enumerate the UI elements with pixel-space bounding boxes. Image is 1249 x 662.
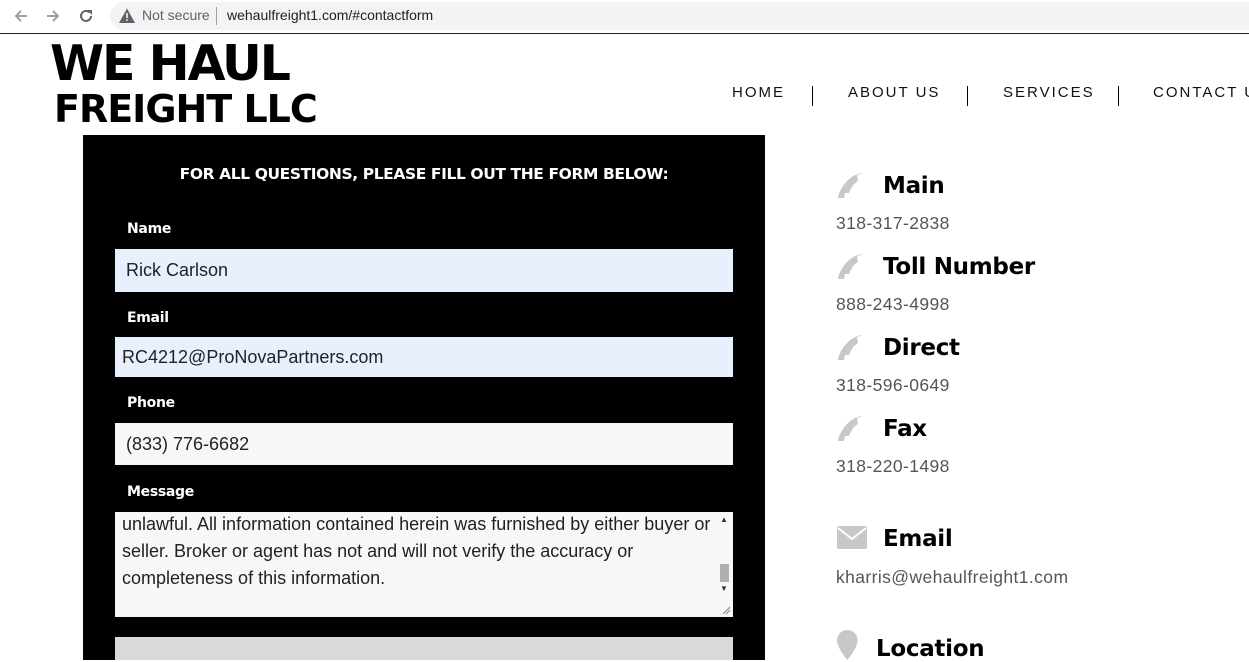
direct-phone[interactable]: 318-596-0649: [836, 375, 950, 396]
location-title: Location: [876, 636, 985, 662]
nav-contact-us[interactable]: CONTACT U: [1153, 84, 1249, 101]
logo-line-1: WE HAUL: [50, 35, 291, 92]
resize-handle-icon[interactable]: [721, 605, 731, 615]
toll-phone[interactable]: 888-243-4998: [836, 294, 950, 315]
email-title: Email: [883, 526, 953, 552]
browser-toolbar: Not secure wehaulfreight1.com/#contactfo…: [0, 0, 1249, 34]
nav-services[interactable]: SERVICES: [1003, 84, 1095, 101]
scrollbar-thumb[interactable]: [720, 564, 729, 582]
contact-form: FOR ALL QUESTIONS, PLEASE FILL OUT THE F…: [83, 135, 765, 660]
message-scrollbar[interactable]: ▲ ▼: [716, 512, 733, 617]
nav-home[interactable]: HOME: [732, 84, 785, 101]
scroll-down-arrow-icon[interactable]: ▼: [720, 584, 728, 593]
phone-label: Phone: [127, 395, 175, 411]
form-title: FOR ALL QUESTIONS, PLEASE FILL OUT THE F…: [179, 165, 669, 183]
warning-icon[interactable]: [118, 7, 136, 25]
phone-icon: [838, 254, 863, 279]
submit-button[interactable]: [115, 637, 733, 660]
email-label: Email: [127, 310, 169, 326]
nav-about-us[interactable]: ABOUT US: [848, 84, 940, 101]
reload-icon[interactable]: [73, 4, 99, 28]
phone-input[interactable]: [115, 423, 733, 465]
map-pin-icon: [837, 630, 858, 660]
forward-arrow-icon[interactable]: [40, 4, 66, 28]
message-text[interactable]: unlawful. All information contained here…: [122, 512, 712, 592]
message-label: Message: [127, 484, 194, 500]
nav-divider: [1118, 86, 1119, 106]
main-phone[interactable]: 318-317-2838: [836, 213, 950, 234]
fax-number[interactable]: 318-220-1498: [836, 456, 950, 477]
main-title: Main: [883, 173, 945, 199]
security-label[interactable]: Not secure: [142, 7, 210, 23]
logo-line-2: FREIGHT LLC: [54, 87, 318, 131]
address-bar[interactable]: Not secure wehaulfreight1.com/#contactfo…: [110, 2, 1249, 30]
direct-title: Direct: [883, 335, 960, 361]
nav-divider: [812, 86, 813, 106]
email-address[interactable]: kharris@wehaulfreight1.com: [836, 567, 1068, 588]
nav-divider: [967, 86, 968, 106]
fax-title: Fax: [883, 416, 927, 442]
scroll-up-arrow-icon[interactable]: ▲: [720, 515, 728, 524]
site-logo[interactable]: WE HAUL FREIGHT LLC: [50, 35, 318, 131]
back-arrow-icon[interactable]: [8, 4, 34, 28]
name-label: Name: [127, 221, 172, 237]
phone-icon: [838, 173, 863, 198]
envelope-icon: [837, 526, 867, 549]
toll-title: Toll Number: [883, 254, 1035, 280]
email-input[interactable]: [115, 337, 733, 377]
url-text[interactable]: wehaulfreight1.com/#contactform: [227, 7, 433, 23]
message-textarea[interactable]: unlawful. All information contained here…: [115, 512, 733, 617]
phone-icon: [838, 335, 863, 360]
phone-icon: [838, 416, 863, 441]
omnibox-divider: [216, 7, 217, 25]
name-input[interactable]: [115, 249, 733, 292]
